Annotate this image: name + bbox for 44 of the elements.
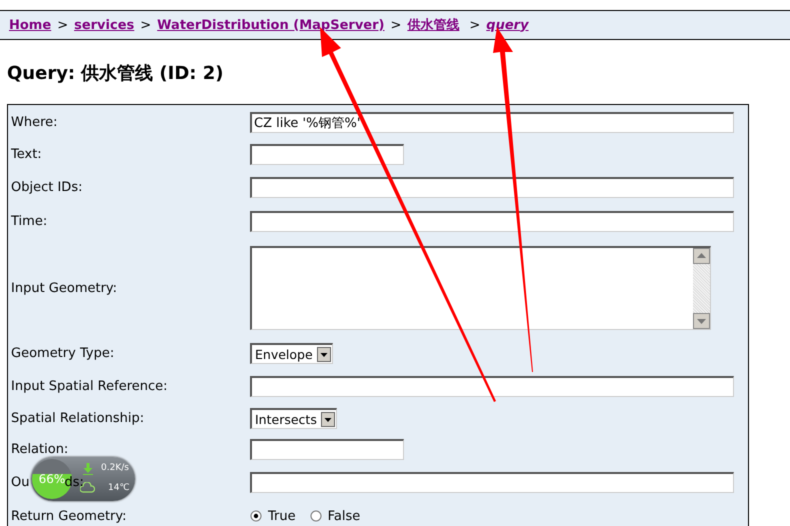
input-field[interactable] (250, 376, 734, 396)
breadcrumb-separator: > (390, 18, 402, 32)
input-field[interactable] (250, 472, 734, 492)
dropdown[interactable]: Intersects (250, 408, 337, 429)
download-icon (83, 463, 93, 475)
input-field[interactable] (250, 439, 404, 460)
breadcrumb-separator: > (140, 18, 152, 32)
field-label: Object IDs: (11, 180, 82, 194)
field-label: Geometry Type: (11, 346, 114, 361)
input-field[interactable] (250, 176, 734, 198)
breadcrumb-link[interactable]: 供水管线 (407, 16, 460, 34)
field-label: Input Geometry: (11, 280, 118, 296)
breadcrumb-link[interactable]: Home (9, 18, 52, 32)
radio-label: False (328, 508, 360, 524)
breadcrumb-separator: > (57, 18, 68, 32)
radio-label: True (268, 508, 296, 524)
field-label: Return Geometry: (11, 508, 127, 524)
temperature: 14℃ (108, 483, 130, 493)
field-label: Where: (11, 114, 58, 130)
field-label: Ou (11, 474, 30, 490)
page-heading: 供水管线 (ID: 2) (81, 62, 224, 85)
input-field[interactable] (250, 144, 404, 165)
radio-button[interactable] (310, 510, 322, 522)
caret-icon (320, 412, 335, 426)
breadcrumb-separator: > (469, 18, 480, 32)
field-label: Time: (11, 214, 48, 228)
input-field[interactable]: CZ like '%钢管%' (250, 112, 734, 132)
field-label: Input Spatial Reference: (11, 378, 168, 394)
scrollbar[interactable] (693, 248, 710, 329)
input-field[interactable] (250, 210, 734, 232)
field-label: Relation: (11, 442, 68, 457)
field-label: Text: (11, 147, 42, 162)
caret-icon (316, 346, 331, 362)
breadcrumb-link[interactable]: WaterDistribution (MapServer) (157, 18, 384, 32)
network-speed: 0.2K/s (101, 463, 129, 473)
radio-button[interactable] (250, 510, 262, 522)
field-label: Spatial Relationship: (11, 411, 144, 426)
scroll-down-icon[interactable] (693, 313, 710, 329)
scroll-up-icon[interactable] (693, 248, 710, 264)
page-heading-label: Query: (7, 62, 76, 84)
textarea-field[interactable] (250, 246, 711, 330)
breadcrumb-link[interactable]: query (486, 18, 529, 32)
dropdown[interactable]: Envelope (250, 343, 333, 364)
breadcrumb-link[interactable]: services (74, 18, 134, 32)
